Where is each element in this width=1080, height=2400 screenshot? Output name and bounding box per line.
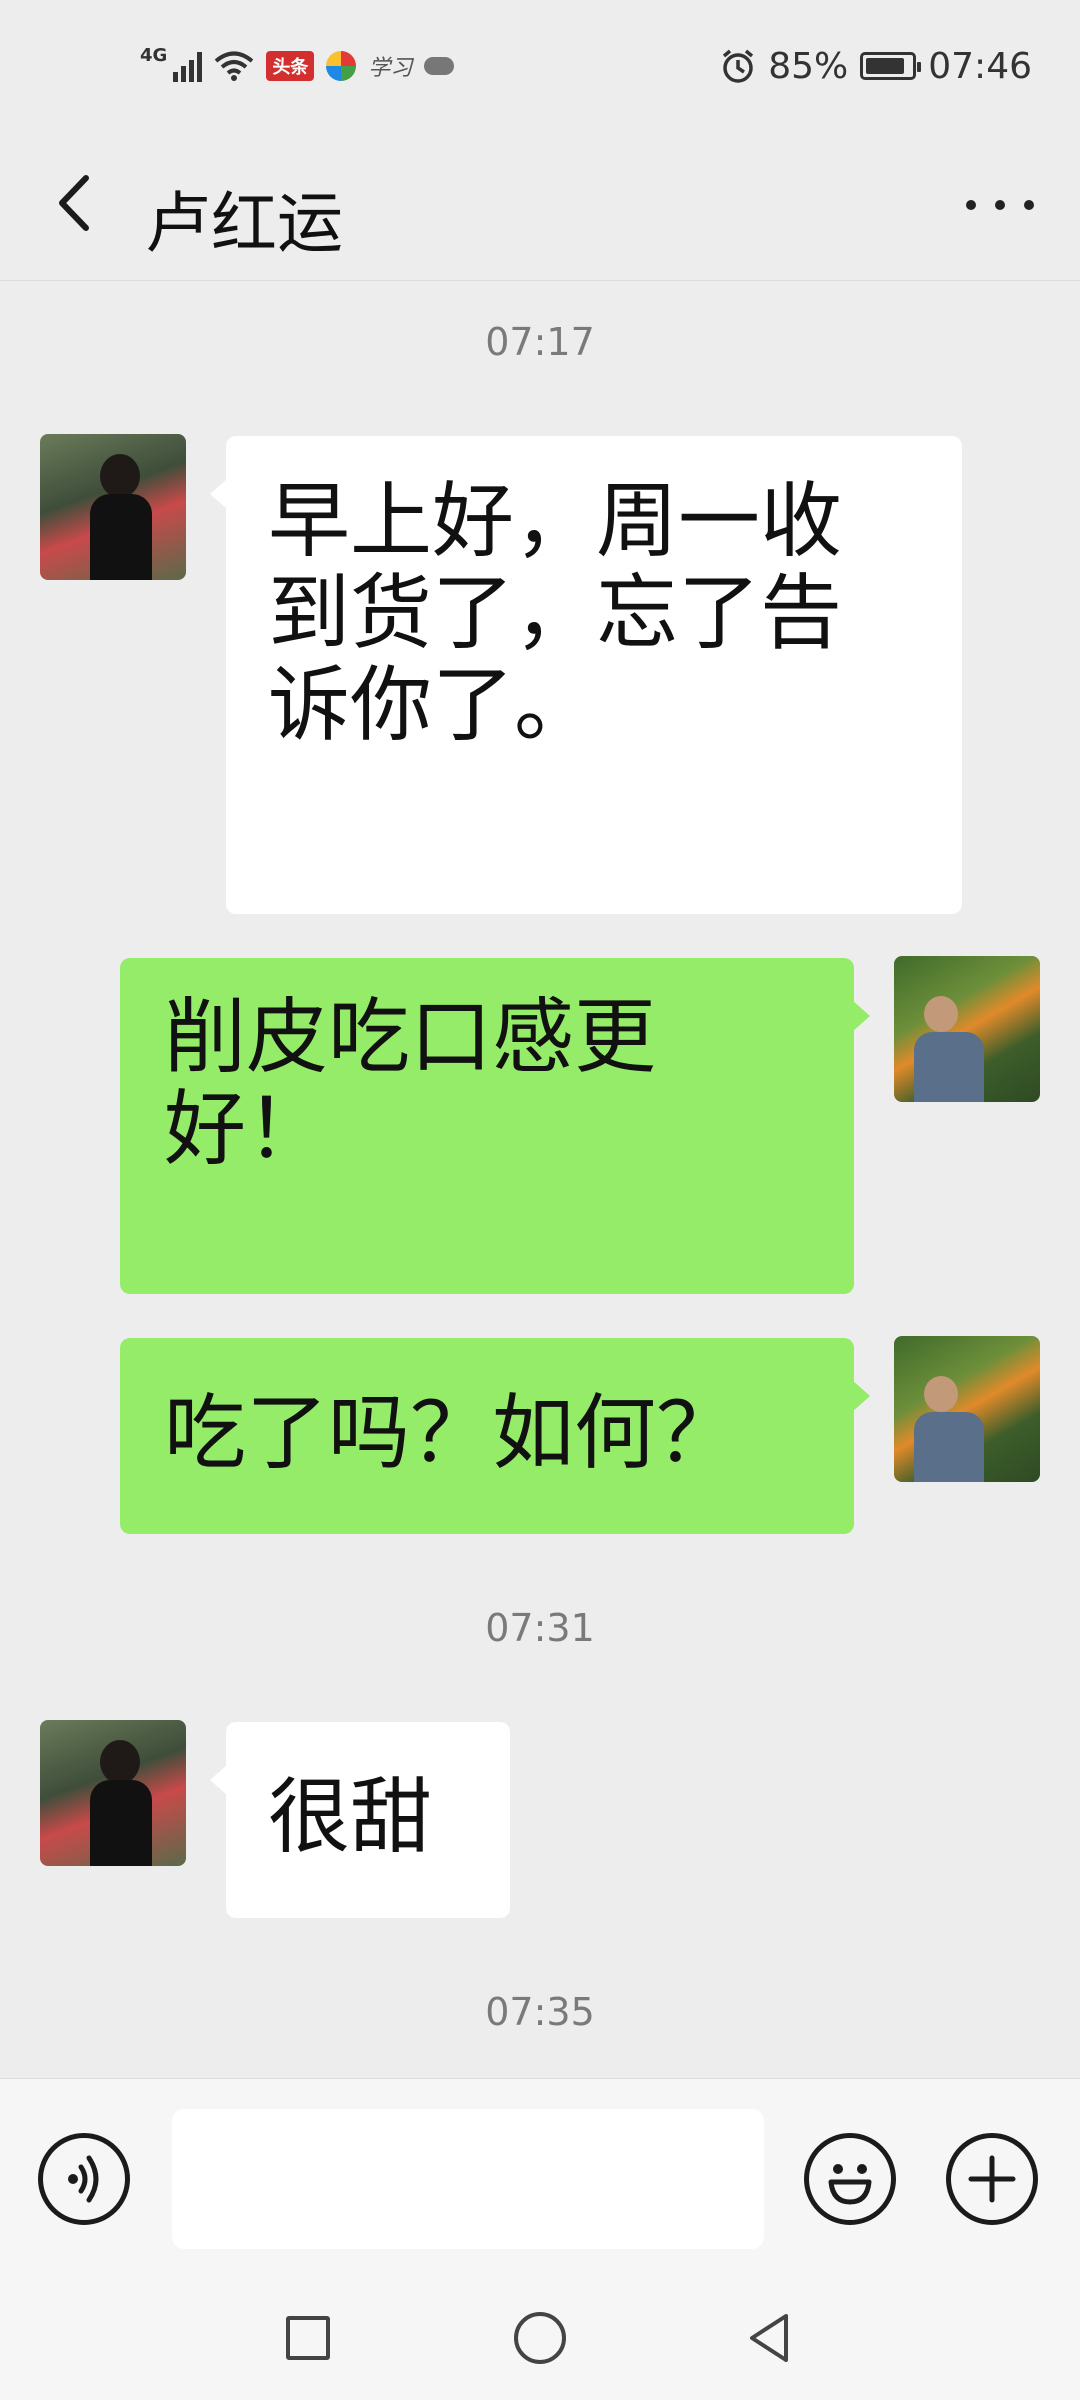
message-line: 吃了吗？如何？ bbox=[164, 1386, 739, 1481]
battery-percent: 85% bbox=[768, 45, 849, 87]
status-bar: 4G 头条 学习 85% 07:46 bbox=[0, 0, 1080, 130]
message-line: 早上好，周一收 bbox=[268, 474, 843, 569]
status-right: 85% 07:46 bbox=[720, 36, 1032, 96]
message-bubble-incoming[interactable]: 早上好，周一收 到货了，忘了告 诉你了。 bbox=[210, 436, 962, 914]
timestamp: 07:17 bbox=[485, 320, 595, 364]
plus-icon bbox=[968, 2155, 1016, 2203]
xuexi-app-icon: 学习 bbox=[368, 56, 413, 81]
voice-icon bbox=[68, 2155, 99, 2203]
emoji-icon bbox=[828, 2164, 872, 2205]
cloud-icon bbox=[424, 57, 455, 75]
message-line: 好！ bbox=[164, 1082, 329, 1177]
page-title: 卢红运 bbox=[145, 185, 343, 262]
message-input[interactable] bbox=[172, 2109, 764, 2249]
more-horizontal-icon[interactable] bbox=[960, 175, 1040, 235]
recents-button[interactable] bbox=[286, 2316, 330, 2360]
chat-header: 卢红运 bbox=[0, 130, 1080, 281]
message-line: 很甜 bbox=[268, 1770, 433, 1865]
message-line: 削皮吃口感更 bbox=[164, 990, 657, 1085]
alarm-icon bbox=[723, 49, 754, 83]
contact-avatar[interactable] bbox=[40, 1720, 186, 1866]
wifi-icon bbox=[215, 51, 254, 81]
timestamp: 07:31 bbox=[485, 1606, 595, 1650]
browser-app-icon bbox=[326, 51, 357, 81]
status-left-icons: 4G 头条 学习 bbox=[140, 36, 455, 96]
home-button[interactable] bbox=[514, 2312, 566, 2364]
plus-button[interactable] bbox=[946, 2133, 1038, 2225]
message-line: 到货了，忘了告 bbox=[268, 566, 843, 661]
message-bubble-incoming[interactable]: 很甜 bbox=[210, 1722, 510, 1918]
my-avatar[interactable] bbox=[894, 956, 1040, 1102]
chevron-left-icon[interactable] bbox=[48, 168, 108, 238]
clock: 07:46 bbox=[928, 45, 1032, 87]
signal-icon bbox=[173, 50, 203, 82]
message-bubble-outgoing[interactable]: 削皮吃口感更 好！ bbox=[120, 958, 870, 1294]
contact-avatar[interactable] bbox=[40, 434, 186, 580]
message-line: 诉你了。 bbox=[268, 658, 597, 753]
emoji-button[interactable] bbox=[804, 2133, 896, 2225]
my-avatar[interactable] bbox=[894, 1336, 1040, 1482]
toutiao-app-icon: 头条 bbox=[266, 51, 315, 81]
input-bar bbox=[0, 2078, 1080, 2279]
system-nav-bar bbox=[0, 2278, 1080, 2400]
timestamp: 07:35 bbox=[485, 1990, 595, 2034]
message-bubble-outgoing[interactable]: 吃了吗？如何？ bbox=[120, 1338, 870, 1534]
battery-icon bbox=[860, 52, 922, 80]
back-button[interactable] bbox=[744, 2310, 794, 2366]
voice-button[interactable] bbox=[38, 2133, 130, 2225]
network-type: 4G bbox=[140, 45, 168, 66]
